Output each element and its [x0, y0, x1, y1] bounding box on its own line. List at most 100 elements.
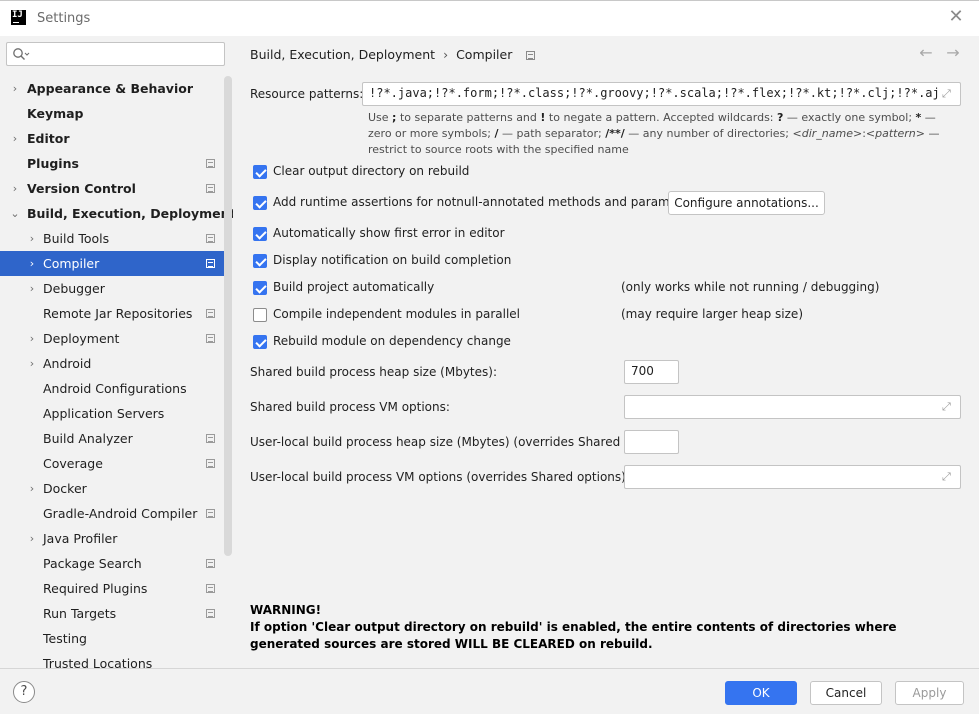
runtime-assertions-checkbox[interactable]: [253, 196, 267, 210]
clear-output-checkbox[interactable]: [253, 165, 267, 179]
sidebar-item-label: Trusted Locations: [43, 656, 153, 668]
help-text: — path separator;: [498, 127, 606, 140]
sidebar-item-appearance-behavior[interactable]: › Appearance & Behavior: [0, 76, 224, 101]
local-vm-input[interactable]: ⤢: [624, 465, 961, 489]
chevron-right-icon[interactable]: ›: [26, 526, 38, 551]
sidebar-item-plugins[interactable]: Plugins: [0, 151, 224, 176]
sidebar-item-coverage[interactable]: Coverage: [0, 451, 224, 476]
title-bar: IJ Settings ✕: [0, 0, 979, 36]
chevron-right-icon[interactable]: ›: [26, 476, 38, 501]
sidebar-item-build-execution-deployment[interactable]: ⌄ Build, Execution, Deployment: [0, 201, 233, 226]
help-button[interactable]: ?: [13, 681, 35, 703]
vm-options-input[interactable]: ⤢: [624, 395, 961, 419]
sidebar-item-label: Compiler: [43, 256, 100, 271]
sidebar-item-editor[interactable]: › Editor: [0, 126, 224, 151]
chevron-right-icon[interactable]: ›: [9, 176, 21, 201]
sidebar-item-deployment[interactable]: › Deployment: [0, 326, 224, 351]
sidebar-scrollbar[interactable]: [224, 76, 232, 556]
chevron-down-icon[interactable]: ⌄: [9, 201, 21, 226]
breadcrumb-separator: ›: [443, 47, 449, 62]
local-heap-input[interactable]: [624, 430, 679, 454]
chevron-right-icon[interactable]: ›: [26, 251, 38, 276]
sidebar-item-gradle-android-compiler[interactable]: Gradle-Android Compiler: [0, 501, 224, 526]
chevron-right-icon[interactable]: ›: [26, 226, 38, 251]
close-icon: ✕: [948, 6, 964, 27]
apply-button[interactable]: Apply: [895, 681, 964, 705]
ok-button[interactable]: OK: [725, 681, 797, 705]
sidebar-item-label: Keymap: [27, 106, 84, 121]
cancel-button[interactable]: Cancel: [810, 681, 882, 705]
clear-output-label: Clear output directory on rebuild: [273, 164, 470, 178]
configure-annotations-button[interactable]: Configure annotations...: [668, 191, 825, 215]
sidebar-item-android[interactable]: › Android: [0, 351, 224, 376]
intellij-logo-icon: IJ: [11, 10, 26, 25]
sidebar-item-build-analyzer[interactable]: Build Analyzer: [0, 426, 224, 451]
resource-patterns-field[interactable]: !?*.java;!?*.form;!?*.class;!?*.groovy;!…: [362, 82, 961, 106]
sidebar-item-label: Android Configurations: [43, 381, 187, 396]
sidebar-item-build-tools[interactable]: › Build Tools: [0, 226, 224, 251]
build-automatically-checkbox[interactable]: [253, 281, 267, 295]
help-text: to negate a pattern. Accepted wildcards:: [545, 111, 778, 124]
sidebar-item-remote-jar-repositories[interactable]: Remote Jar Repositories: [0, 301, 224, 326]
chevron-right-icon[interactable]: ›: [9, 76, 21, 101]
close-window-button[interactable]: ✕: [946, 7, 966, 27]
warning-title: WARNING!: [250, 603, 322, 617]
breadcrumb-parent[interactable]: Build, Execution, Deployment: [250, 47, 435, 62]
chevron-right-icon[interactable]: ›: [26, 351, 38, 376]
display-notification-label: Display notification on build completion: [273, 253, 512, 267]
rebuild-on-dependency-checkbox[interactable]: [253, 335, 267, 349]
sidebar-item-java-profiler[interactable]: › Java Profiler: [0, 526, 224, 551]
project-level-icon: [206, 159, 215, 168]
project-level-icon: [206, 559, 215, 568]
expand-icon[interactable]: ⤢: [942, 471, 954, 483]
compiler-settings-panel: Build, Execution, Deployment › Compiler ← …: [233, 36, 979, 668]
sidebar-item-required-plugins[interactable]: Required Plugins: [0, 576, 224, 601]
settings-search-input[interactable]: [35, 45, 220, 63]
sidebar-item-android-configurations[interactable]: Android Configurations: [0, 376, 224, 401]
sidebar-item-testing[interactable]: Testing: [0, 626, 224, 651]
sidebar-item-package-search[interactable]: Package Search: [0, 551, 224, 576]
display-notification-checkbox[interactable]: [253, 254, 267, 268]
heap-size-label: Shared build process heap size (Mbytes):: [250, 365, 497, 379]
sidebar-item-label: Package Search: [43, 556, 142, 571]
sidebar-item-run-targets[interactable]: Run Targets: [0, 601, 224, 626]
settings-tree: › Appearance & Behavior Keymap › Editor Plugi…: [0, 76, 233, 668]
project-level-icon: [206, 309, 215, 318]
sidebar-item-debugger[interactable]: › Debugger: [0, 276, 224, 301]
build-automatically-label: Build project automatically: [273, 280, 435, 294]
project-level-icon: [206, 434, 215, 443]
show-first-error-checkbox[interactable]: [253, 227, 267, 241]
settings-sidebar: › Appearance & Behavior Keymap › Editor Plugi…: [0, 36, 233, 668]
heap-size-value: 700: [631, 364, 654, 378]
sidebar-item-label: Application Servers: [43, 406, 165, 421]
help-text: — any number of directories;: [624, 127, 793, 140]
project-level-icon: [206, 234, 215, 243]
expand-icon[interactable]: ⤢: [942, 88, 954, 100]
project-level-icon: [206, 259, 215, 268]
chevron-right-icon[interactable]: ›: [26, 326, 38, 351]
compile-parallel-note: (may require larger heap size): [621, 307, 803, 321]
chevron-right-icon[interactable]: ›: [26, 276, 38, 301]
sidebar-item-compiler[interactable]: › Compiler: [0, 251, 224, 276]
resource-patterns-value: !?*.java;!?*.form;!?*.class;!?*.groovy;!…: [369, 86, 940, 100]
sidebar-item-label: Appearance & Behavior: [27, 81, 193, 96]
sidebar-item-trusted-locations[interactable]: Trusted Locations: [0, 651, 224, 668]
arrow-left-icon: ←: [919, 43, 933, 62]
runtime-assertions-label: Add runtime assertions for notnull-annot…: [273, 195, 701, 209]
sidebar-item-application-servers[interactable]: Application Servers: [0, 401, 224, 426]
arrow-right-icon: →: [946, 43, 960, 62]
project-level-icon: [206, 334, 215, 343]
compile-parallel-label: Compile independent modules in parallel: [273, 307, 520, 321]
sidebar-item-docker[interactable]: › Docker: [0, 476, 224, 501]
sidebar-item-label: Version Control: [27, 181, 136, 196]
expand-icon[interactable]: ⤢: [942, 401, 954, 413]
sidebar-item-keymap[interactable]: Keymap: [0, 101, 224, 126]
heap-size-input[interactable]: 700: [624, 360, 679, 384]
forward-button[interactable]: →: [944, 44, 962, 62]
chevron-right-icon[interactable]: ›: [9, 126, 21, 151]
sidebar-item-version-control[interactable]: › Version Control: [0, 176, 224, 201]
vm-options-label: Shared build process VM options:: [250, 400, 450, 414]
back-button[interactable]: ←: [917, 44, 935, 62]
compile-parallel-checkbox[interactable]: [253, 308, 267, 322]
settings-search-box[interactable]: [6, 42, 225, 66]
